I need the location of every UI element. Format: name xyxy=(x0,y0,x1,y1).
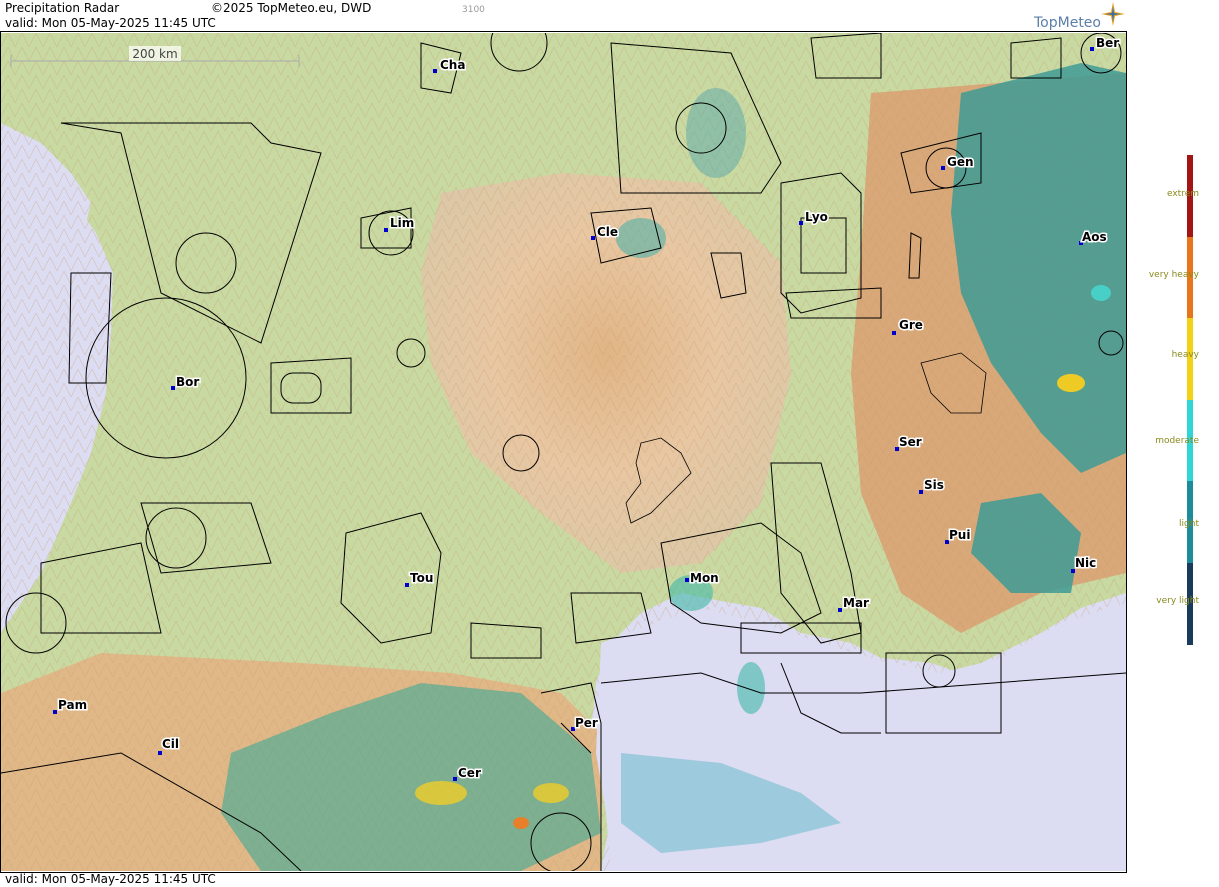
city-label[interactable]: Gre xyxy=(898,317,925,334)
valid-time-header: valid: Mon 05-May-2025 11:45 UTC xyxy=(5,16,216,30)
city-label[interactable]: Nic xyxy=(1074,555,1098,572)
city-label[interactable]: Sis xyxy=(923,477,946,494)
legend-label-very-light: very light xyxy=(1156,596,1199,606)
city-label[interactable]: Ber xyxy=(1095,35,1121,52)
legend-label-extrem: extrem xyxy=(1166,189,1199,199)
city-label[interactable]: Ser xyxy=(898,434,924,451)
city-label[interactable]: Mon xyxy=(689,570,721,587)
city-label[interactable]: Mar xyxy=(842,595,871,612)
city-label[interactable]: Tou xyxy=(409,570,435,587)
valid-time-footer: valid: Mon 05-May-2025 11:45 UTC xyxy=(5,872,216,886)
city-label[interactable]: Cil xyxy=(161,736,181,753)
city-label[interactable]: Pui xyxy=(948,527,972,544)
map-code: 3100 xyxy=(462,5,485,15)
city-label[interactable]: Lim xyxy=(389,215,416,232)
city-label[interactable]: Cer xyxy=(457,765,483,782)
city-label[interactable]: Bor xyxy=(175,374,201,391)
legend-label-moderate: moderate xyxy=(1155,436,1199,446)
city-label[interactable]: Per xyxy=(574,715,600,732)
radar-map[interactable]: 200 km Cha Ber Gen Lim Cle Lyo Aos Gre B… xyxy=(1,33,1126,871)
map-canvas: 200 km Cha Ber Gen Lim Cle Lyo Aos Gre B… xyxy=(1,33,1126,871)
legend-label-very-heavy: very heavy xyxy=(1148,270,1199,280)
precipitation-legend: extrem very heavy heavy moderate light v… xyxy=(1128,0,1219,887)
compass-logo-icon xyxy=(1101,2,1125,26)
city-label[interactable]: Aos xyxy=(1081,229,1109,246)
city-label[interactable]: Cha xyxy=(439,57,467,74)
footer-bar: valid: Mon 05-May-2025 11:45 UTC xyxy=(0,872,1127,886)
radar-title: Precipitation Radar xyxy=(5,1,120,15)
scale-label: 200 km xyxy=(132,47,177,61)
city-label[interactable]: Lyo xyxy=(804,209,830,226)
legend-label-heavy: heavy xyxy=(1171,350,1199,360)
city-label[interactable]: Cle xyxy=(596,224,620,241)
legend-color-bar xyxy=(1187,155,1193,645)
legend-label-light: light xyxy=(1179,519,1199,529)
topmeteo-logo: TopMeteo xyxy=(1034,15,1101,31)
header-bar: Precipitation Radar ©2025 TopMeteo.eu, D… xyxy=(0,0,1127,32)
city-label[interactable]: Gen xyxy=(946,154,976,171)
city-label[interactable]: Pam xyxy=(57,697,89,714)
copyright-text: ©2025 TopMeteo.eu, DWD xyxy=(211,1,372,15)
